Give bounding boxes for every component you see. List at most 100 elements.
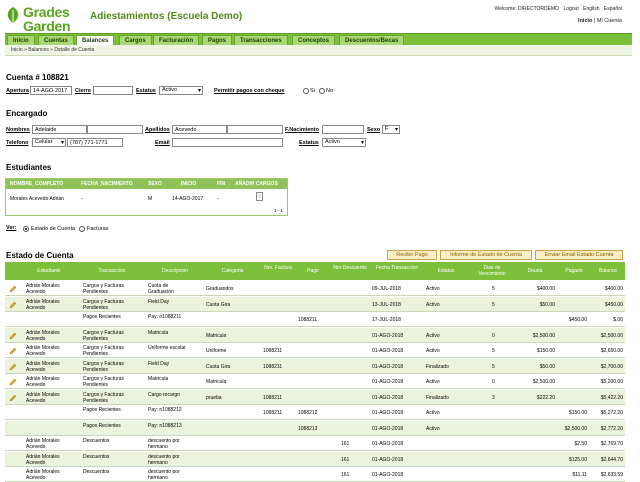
enviar-email-button[interactable]: Enviar Email Estado Cuenta: [535, 250, 623, 260]
cell-trans-1: Pendientes: [83, 382, 109, 388]
telefono-label: Telefono: [6, 140, 29, 146]
telefono-field[interactable]: (787) 771-1771: [67, 138, 123, 147]
nacimiento-field[interactable]: [322, 125, 364, 134]
cell-desc_nro: 161: [341, 472, 350, 478]
breadcrumb-sep: »: [24, 47, 27, 53]
nombres-field[interactable]: Adelaide: [32, 125, 87, 134]
col-inicio: INICIO: [181, 181, 197, 187]
table-row[interactable]: Pagos Recientes Pay: n1088212 1088211 10882…: [5, 405, 625, 420]
sexo-select[interactable]: F: [382, 125, 400, 134]
encargado-estatus-label: Estatus: [299, 140, 319, 146]
pencil-icon[interactable]: [9, 363, 17, 371]
school-title: Adiestamientos (Escuela Demo): [90, 11, 243, 22]
apertura-field[interactable]: 14-AGO-2017: [30, 86, 72, 95]
encargado-estatus-select[interactable]: Activo: [322, 138, 366, 147]
cell-trans-1: Pendientes: [83, 351, 109, 357]
cell-balance: $2,772.20: [600, 425, 623, 432]
estado-header: Estudiante Transaccion Descripcion Categ…: [5, 262, 625, 280]
pencil-icon[interactable]: [9, 347, 17, 355]
cell-pago: 1088212: [298, 410, 318, 416]
ver-facturas-label: Facturas: [87, 226, 109, 232]
pencil-icon[interactable]: [9, 378, 17, 386]
logout-link[interactable]: Logout: [563, 6, 578, 12]
apellidos-field-2[interactable]: [227, 125, 283, 134]
cell-balance: $5,272.20: [600, 410, 623, 416]
table-row[interactable]: Adrián Morales Acevedo Cargos y Facturas Pe…: [5, 327, 625, 343]
nombres-field-2[interactable]: [87, 125, 143, 134]
pencil-icon[interactable]: [9, 301, 17, 309]
cell-deuda: $2,500.00: [532, 379, 555, 385]
espanol-link[interactable]: Español: [604, 6, 622, 12]
permitir-cheque-label: Permitir pagos con cheque: [214, 88, 285, 94]
apellidos-field[interactable]: Acevedo: [172, 125, 227, 134]
cheque-si-label: Si: [310, 88, 315, 94]
cell-fecha: 01-AGO-2018: [372, 348, 404, 354]
cell-est-1: Acevedo: [26, 366, 46, 373]
cell-balance: $5,200.00: [600, 379, 623, 385]
cell-trans-0: Descuentos: [83, 453, 110, 460]
logo[interactable]: Grades Garden: [5, 3, 85, 34]
table-row[interactable]: Pagos Recientes Pay: n1088213 1088213 01-AG…: [5, 420, 625, 436]
mi-cuenta-link[interactable]: Mi Cuenta: [597, 18, 622, 24]
student-end: -: [217, 196, 219, 202]
cell-est-1: Acevedo: [26, 382, 46, 388]
breadcrumb: Inicio » Balances » Detalle de Cuenta: [5, 45, 632, 56]
cheque-no-radio[interactable]: [319, 88, 325, 94]
col-estatus: Estatus: [437, 268, 455, 274]
logo-text-line2: Garden: [23, 18, 71, 34]
student-start: 14-AGO-2017: [172, 196, 204, 202]
cell-est-1: Acevedo: [26, 475, 46, 481]
cell-desc-0: Matricula: [148, 376, 169, 382]
table-row[interactable]: Adrián Morales Acevedo Cargos y Facturas Pe…: [5, 389, 625, 405]
table-row[interactable]: Adrián Morales Acevedo Descuentos descuento…: [5, 451, 625, 467]
breadcrumb-balances[interactable]: Balances: [28, 47, 49, 53]
col-descripcion: Descripcion: [161, 268, 189, 274]
estatus-label: Estatus: [136, 88, 156, 94]
cell-fecha: 13-JUL-2018: [372, 301, 401, 308]
cell-est-1: Acevedo: [26, 444, 46, 450]
table-row[interactable]: Adrián Morales Acevedo Cargos y Facturas Pe…: [5, 374, 625, 389]
recibir-pago-button[interactable]: Recibir Pago: [387, 250, 437, 260]
email-field[interactable]: [172, 138, 283, 147]
informe-estado-button[interactable]: Informe de Estado de Cuenta: [440, 250, 532, 260]
cell-fecha: 01-AGO-2018: [372, 410, 404, 416]
cell-pagado: $2.50: [574, 441, 587, 447]
cell-trans-1: Pendientes: [83, 289, 109, 295]
col-pagado: Pagado: [565, 268, 583, 274]
table-row[interactable]: Adrián Morales Acevedo Cargos y Facturas Pe…: [5, 296, 625, 312]
inicio-link[interactable]: Inicio: [578, 18, 592, 24]
cell-dias: 5: [492, 348, 495, 354]
estatus-select[interactable]: Activo: [159, 86, 203, 95]
ver-estado-radio[interactable]: [23, 226, 29, 232]
table-row[interactable]: Adrián Morales Acevedo Cargos y Facturas Pe…: [5, 343, 625, 358]
cell-fecha: 01-AGO-2018: [372, 472, 404, 478]
col-nacimiento: FECHA_NACIMIENTO: [81, 181, 133, 187]
cell-est-1: Acevedo: [26, 335, 46, 342]
cell-est-1: Acevedo: [26, 459, 46, 466]
col-transaccion: Transaccion: [98, 268, 126, 274]
cell-trans-0: Pagos Recientes: [83, 422, 121, 429]
cheque-no-label: No: [326, 88, 334, 94]
cell-pagado: $450.00: [568, 317, 587, 323]
cierre-field[interactable]: [93, 86, 133, 95]
pencil-icon[interactable]: [9, 394, 17, 402]
document-icon[interactable]: [256, 192, 263, 201]
ver-facturas-radio[interactable]: [79, 226, 85, 232]
student-name[interactable]: Morales Acevedo Adrián: [10, 196, 64, 202]
apertura-label: Apertura: [6, 88, 29, 94]
table-row[interactable]: Adrián Morales Acevedo Descuentos descuento…: [5, 436, 625, 451]
english-link[interactable]: English: [583, 6, 599, 12]
telefono-type-select[interactable]: Celular: [32, 138, 66, 147]
estudiantes-header: NOMBRE_COMPLETO FECHA_NACIMIENTO SEXO IN…: [6, 179, 287, 189]
cell-desc_nro: 161: [341, 456, 350, 463]
table-row[interactable]: Pagos Recientes Pay: n1088211 1088211 17-JU…: [5, 312, 625, 327]
col-balance: Balance: [598, 268, 618, 274]
cell-fecha: 01-AGO-2018: [372, 332, 404, 339]
pencil-icon[interactable]: [9, 332, 17, 340]
table-row[interactable]: Adrián Morales Acevedo Cargos y Facturas Pe…: [5, 358, 625, 374]
table-row[interactable]: Adrián Morales Acevedo Cargos y Facturas Pe…: [5, 281, 625, 296]
breadcrumb-inicio[interactable]: Inicio: [11, 47, 23, 53]
pencil-icon[interactable]: [9, 285, 17, 293]
cell-est-1: Acevedo: [26, 351, 46, 357]
cheque-si-radio[interactable]: [303, 88, 309, 94]
